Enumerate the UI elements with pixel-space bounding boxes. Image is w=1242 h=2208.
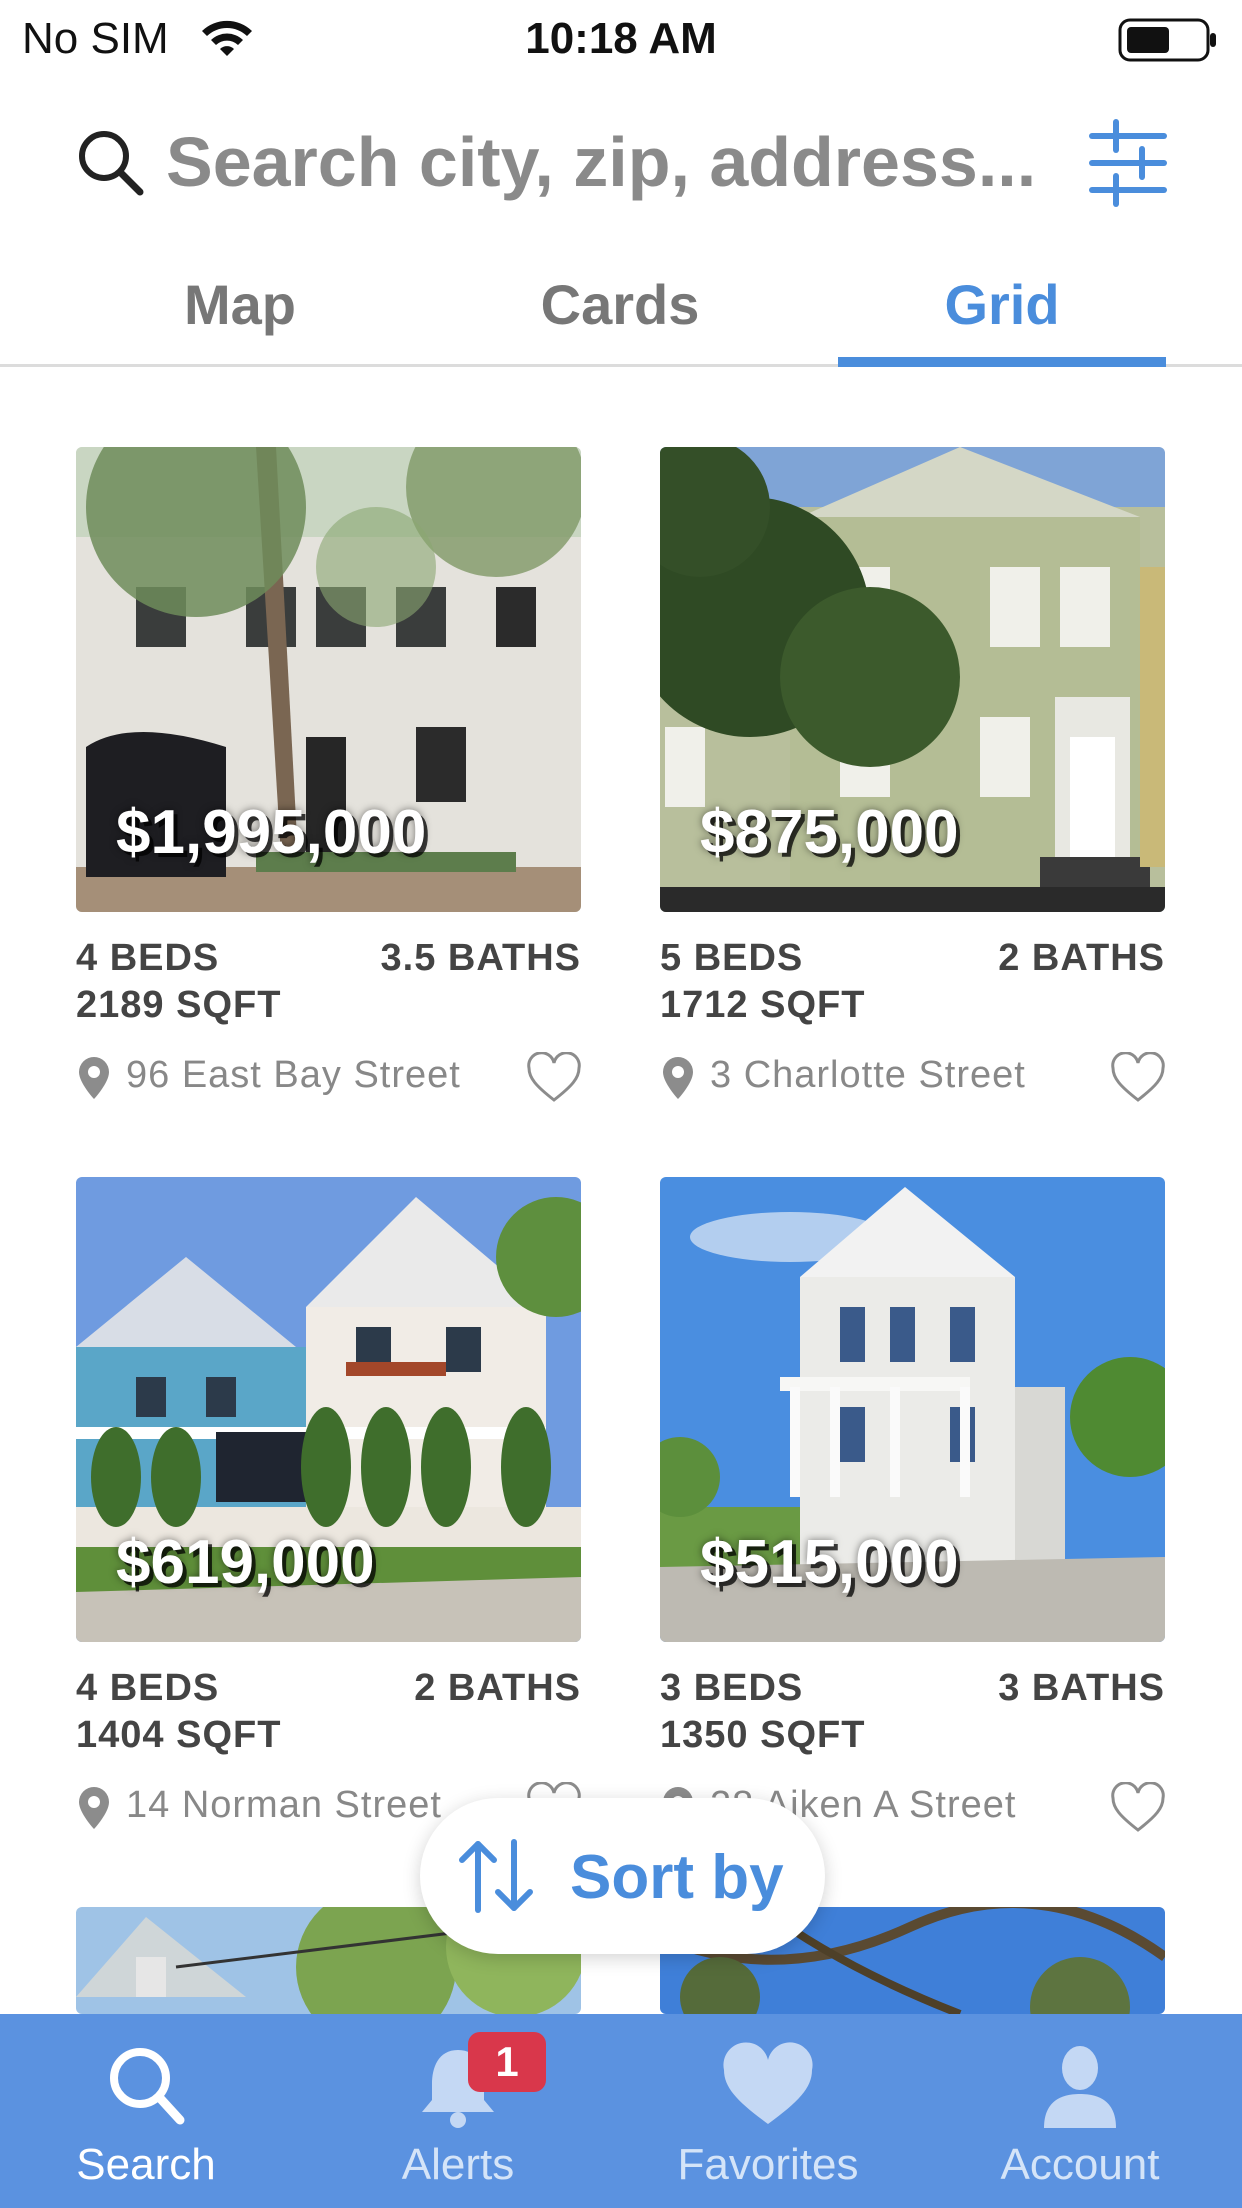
listing-price: $619,000 (116, 1528, 375, 1597)
tabbar-label: Search (76, 2140, 216, 2189)
listing-beds: 4 BEDS (76, 937, 220, 979)
listing-sqft: 2189 SQFT (76, 984, 282, 1026)
listing-photo[interactable]: $619,000 (76, 1177, 581, 1642)
listing-baths: 3.5 BATHS (380, 937, 581, 979)
heart-icon (723, 2042, 813, 2124)
location-pin-icon (663, 1057, 693, 1099)
favorite-heart-icon[interactable] (526, 1052, 582, 1104)
tabbar-label: Favorites (677, 2140, 859, 2189)
listing-photo[interactable]: $1,995,000 (76, 447, 581, 912)
alerts-badge: 1 (468, 2032, 546, 2092)
tab-cards-label: Cards (540, 273, 700, 336)
listing-photo[interactable]: $875,000 (660, 447, 1165, 912)
tabbar-item-favorites[interactable]: Favorites (638, 2014, 898, 2208)
search-icon (110, 2048, 185, 2125)
sort-by-label: Sort by (570, 1843, 784, 1912)
listing-sqft: 1350 SQFT (660, 1714, 866, 1756)
sort-by-button[interactable]: Sort by (420, 1798, 825, 1954)
sort-arrows-icon (459, 1839, 533, 1913)
search-input[interactable] (166, 122, 1046, 202)
tab-cards[interactable]: Cards (470, 255, 770, 364)
location-pin-icon (79, 1787, 109, 1829)
status-bar: No SIM 10:18 AM (0, 0, 1242, 80)
listings-grid: $1,995,000 4 BEDS 3.5 BATHS 2189 SQFT 96… (0, 367, 1242, 2014)
tab-grid[interactable]: Grid (838, 255, 1166, 367)
filter-sliders-icon[interactable] (1088, 118, 1168, 208)
listing-baths: 3 BATHS (998, 1667, 1165, 1709)
listing-price: $875,000 (700, 798, 959, 867)
tabbar-item-alerts[interactable]: 1 Alerts (328, 2014, 588, 2208)
tab-map[interactable]: Map (90, 255, 390, 364)
clock: 10:18 AM (525, 14, 717, 63)
tab-grid-label: Grid (944, 273, 1060, 336)
listing-sqft: 1712 SQFT (660, 984, 866, 1026)
listing-beds: 5 BEDS (660, 937, 804, 979)
listing-address: 96 East Bay Street (126, 1054, 461, 1096)
listing-card[interactable]: $619,000 4 BEDS 2 BATHS 1404 SQFT 14 Nor… (76, 1177, 581, 1877)
tabbar-item-account[interactable]: Account (950, 2014, 1210, 2208)
listing-sqft: 1404 SQFT (76, 1714, 282, 1756)
tabbar-item-search[interactable]: Search (16, 2014, 276, 2208)
listing-baths: 2 BATHS (414, 1667, 581, 1709)
search-bar (0, 100, 1242, 230)
person-icon (1044, 2046, 1116, 2128)
battery-icon (1118, 18, 1216, 62)
view-tabs: Map Cards Grid (0, 255, 1242, 367)
listing-photo[interactable]: $515,000 (660, 1177, 1165, 1642)
tabbar-label: Account (1000, 2140, 1160, 2189)
tab-map-label: Map (184, 273, 296, 336)
active-tab-indicator (838, 357, 1166, 367)
listing-price: $1,995,000 (116, 798, 427, 867)
location-pin-icon (79, 1057, 109, 1099)
listing-address: 14 Norman Street (126, 1784, 442, 1826)
bottom-tab-bar: Search 1 Alerts Favorites Account (0, 2014, 1242, 2208)
tabbar-label: Alerts (401, 2140, 515, 2189)
listing-beds: 4 BEDS (76, 1667, 220, 1709)
listing-beds: 3 BEDS (660, 1667, 804, 1709)
listing-card[interactable]: $1,995,000 4 BEDS 3.5 BATHS 2189 SQFT 96… (76, 447, 581, 1147)
listing-price: $515,000 (700, 1528, 959, 1597)
listing-card[interactable]: $515,000 3 BEDS 3 BATHS 1350 SQFT 28 Aik… (660, 1177, 1165, 1877)
listing-address: 3 Charlotte Street (710, 1054, 1026, 1096)
favorite-heart-icon[interactable] (1110, 1782, 1166, 1834)
search-icon (79, 131, 144, 196)
listing-card[interactable]: $875,000 5 BEDS 2 BATHS 1712 SQFT 3 Char… (660, 447, 1165, 1147)
listing-baths: 2 BATHS (998, 937, 1165, 979)
favorite-heart-icon[interactable] (1110, 1052, 1166, 1104)
